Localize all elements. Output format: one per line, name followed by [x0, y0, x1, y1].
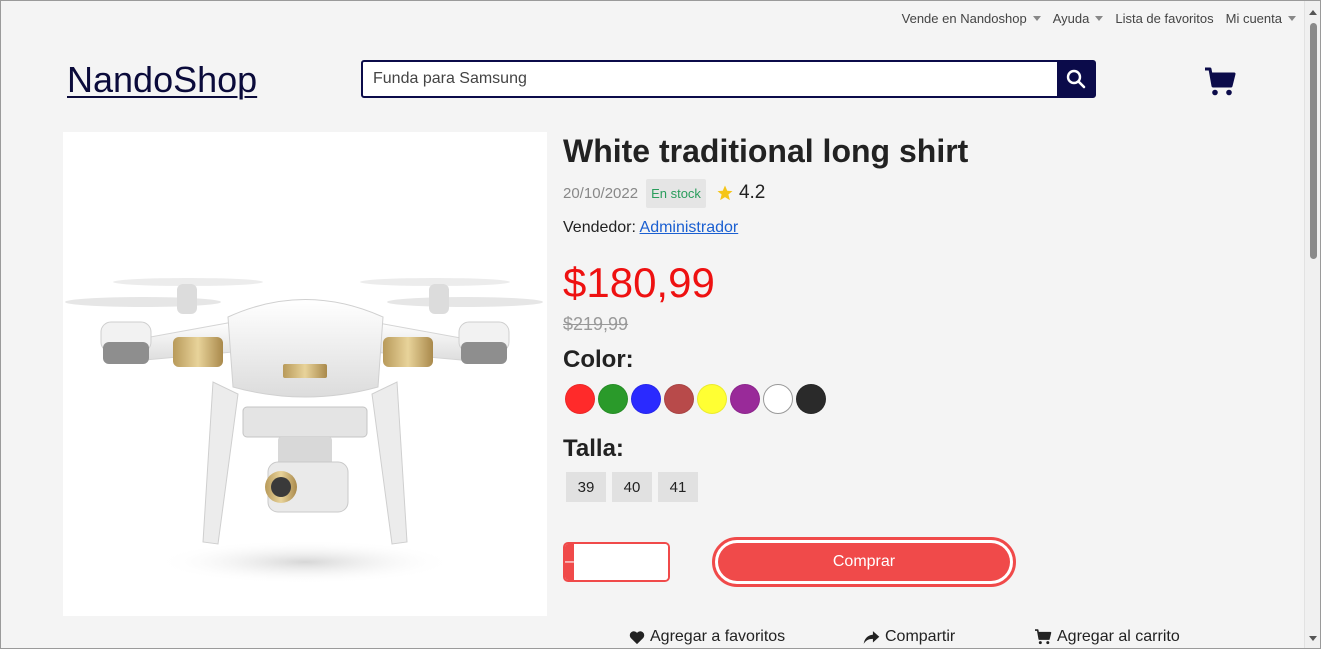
topbar-favorites-link[interactable]: Lista de favoritos	[1115, 11, 1213, 26]
vertical-scrollbar[interactable]	[1304, 1, 1320, 648]
color-swatch[interactable]	[565, 384, 595, 414]
color-swatches	[565, 384, 826, 414]
star-icon	[717, 185, 733, 201]
buy-button[interactable]: Comprar	[718, 543, 1010, 581]
topbar-help-label: Ayuda	[1052, 10, 1090, 26]
chevron-down-icon	[1288, 15, 1296, 21]
quantity-input[interactable]	[573, 544, 668, 580]
topbar-account-link[interactable]: Mi cuenta	[1226, 11, 1296, 26]
color-swatch[interactable]	[763, 384, 793, 414]
product-image[interactable]	[63, 132, 547, 616]
topbar-sell-label: Vende en Nandoshop	[901, 10, 1027, 26]
cart-icon	[1205, 67, 1236, 96]
scrollbar-thumb[interactable]	[1310, 23, 1317, 259]
size-label: Talla:	[563, 435, 624, 462]
search-bar	[361, 60, 1096, 98]
product-title: White traditional long shirt	[563, 133, 969, 169]
product-old-price: $219,99	[563, 314, 629, 334]
cart-icon	[1035, 629, 1052, 645]
product-date: 20/10/2022	[563, 184, 639, 202]
product-rating: 4.2	[716, 182, 765, 204]
share-label: Compartir	[885, 628, 956, 645]
drone-image	[65, 278, 543, 584]
search-input[interactable]	[363, 62, 1057, 96]
share-button[interactable]: Compartir	[863, 628, 955, 646]
topbar-sell-link[interactable]: Vende en Nandoshop	[902, 11, 1041, 26]
top-utility-bar: Vende en Nandoshop Ayuda Lista de favori…	[1, 1, 1306, 35]
size-option[interactable]: 39	[566, 472, 606, 502]
color-label: Color:	[563, 346, 634, 373]
topbar-account-label: Mi cuenta	[1225, 10, 1282, 26]
add-favorite-button[interactable]: Agregar a favoritos	[629, 628, 785, 646]
color-swatch[interactable]	[598, 384, 628, 414]
stock-badge: En stock	[646, 178, 706, 208]
scroll-down-icon[interactable]	[1309, 636, 1317, 641]
search-icon	[1066, 69, 1085, 89]
scroll-up-icon[interactable]	[1309, 10, 1317, 15]
size-option[interactable]: 40	[612, 472, 652, 502]
color-swatch[interactable]	[631, 384, 661, 414]
color-swatch[interactable]	[664, 384, 694, 414]
chevron-down-icon	[1032, 15, 1041, 21]
browser-frame: Vende en Nandoshop Ayuda Lista de favori…	[0, 0, 1321, 649]
add-to-cart-button[interactable]: Agregar al carrito	[1034, 628, 1180, 646]
quantity-stepper: – +	[563, 542, 670, 582]
product-meta: 20/10/2022 En stock 4.2	[563, 178, 765, 208]
topbar-favorites-label: Lista de favoritos	[1115, 10, 1214, 26]
chevron-down-icon	[1095, 15, 1104, 21]
add-to-cart-label: Agregar al carrito	[1057, 628, 1180, 645]
color-swatch[interactable]	[796, 384, 826, 414]
share-icon	[863, 630, 880, 644]
size-options: 39 40 41	[566, 472, 698, 502]
color-swatch[interactable]	[697, 384, 727, 414]
product-actions: Agregar a favoritos Compartir Agregar al…	[1, 628, 1306, 648]
size-option[interactable]: 41	[658, 472, 698, 502]
buy-button-wrapper: Comprar	[712, 537, 1016, 587]
seller-info: Vendedor: Administrador	[563, 219, 738, 237]
heart-icon	[629, 630, 645, 644]
header-cart-button[interactable]	[1204, 67, 1236, 97]
product-price: $180,99	[563, 259, 715, 306]
topbar-help-link[interactable]: Ayuda	[1053, 11, 1104, 26]
color-swatch[interactable]	[730, 384, 760, 414]
decrement-button[interactable]: –	[565, 544, 574, 580]
seller-label: Vendedor:	[563, 219, 636, 236]
search-button[interactable]	[1057, 62, 1094, 96]
add-favorite-label: Agregar a favoritos	[650, 628, 786, 645]
site-logo[interactable]: NandoShop	[67, 59, 257, 101]
rating-value: 4.2	[738, 182, 766, 203]
seller-link[interactable]: Administrador	[640, 219, 739, 236]
